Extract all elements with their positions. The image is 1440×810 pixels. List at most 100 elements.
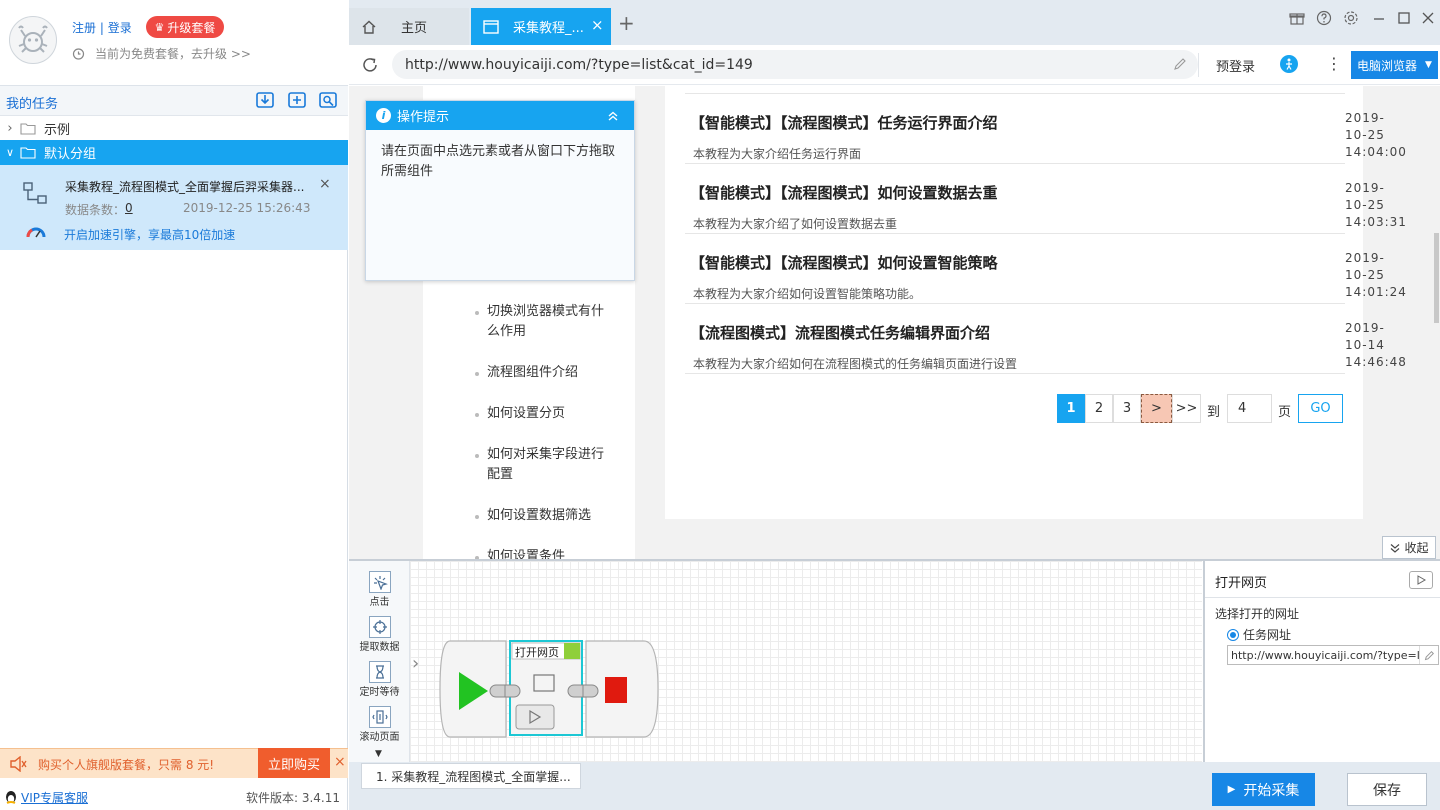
minimize-icon[interactable] bbox=[1371, 10, 1387, 26]
article-row[interactable]: 【智能模式】【流程图模式】任务运行界面介绍 本教程为大家介绍任务运行界面 201… bbox=[685, 94, 1406, 164]
nav-item[interactable]: 如何设置条件 bbox=[475, 547, 610, 559]
free-plan-text: 当前为免费套餐，去升级 >> bbox=[95, 47, 251, 61]
refresh-icon[interactable] bbox=[361, 56, 379, 74]
article-title[interactable]: 【流程图模式】流程图模式任务编辑界面介绍 bbox=[690, 322, 990, 343]
import-task-icon[interactable] bbox=[255, 90, 275, 110]
more-menu-icon[interactable]: ⋮ bbox=[1326, 55, 1342, 73]
stick-figure-icon[interactable] bbox=[1280, 55, 1298, 73]
free-plan-note[interactable]: 当前为免费套餐，去升级 >> bbox=[72, 45, 251, 62]
palette-scroll[interactable]: 滚动页面 bbox=[349, 700, 410, 745]
run-step-button[interactable] bbox=[1409, 571, 1433, 589]
start-collect-button[interactable]: ▶ 开始采集 bbox=[1212, 773, 1315, 806]
group-row-examples[interactable]: › 示例 bbox=[0, 116, 348, 141]
tips-body: 请在页面中点选元素或者从窗口下方拖取所需组件 bbox=[381, 144, 616, 179]
palette-label: 点击 bbox=[369, 597, 390, 608]
article-row[interactable]: 【流程图模式】流程图模式任务编辑界面介绍 本教程为大家介绍如何在流程图模式的任务… bbox=[685, 304, 1406, 374]
click-icon bbox=[368, 571, 391, 593]
expand-palette-icon[interactable]: › bbox=[412, 653, 419, 674]
task-item[interactable]: 采集教程_流程图模式_全面掌握后羿采集器... × 数据条数： 0 2019-1… bbox=[0, 165, 348, 250]
palette-click[interactable]: 点击 bbox=[349, 565, 410, 610]
palette-wait[interactable]: 定时等待 bbox=[349, 655, 410, 700]
task-url-input[interactable]: http://www.houyicaiji.com/?type=li bbox=[1227, 645, 1439, 665]
tab-active[interactable]: 采集教程_... × bbox=[471, 8, 611, 45]
data-count-value[interactable]: 0 bbox=[125, 201, 133, 215]
divider bbox=[1205, 597, 1440, 598]
article-title[interactable]: 【智能模式】【流程图模式】任务运行界面介绍 bbox=[690, 112, 998, 133]
auth-links: 注册 | 登录 bbox=[72, 19, 132, 36]
page-unit-label: 页 bbox=[1278, 405, 1292, 420]
vip-support-link[interactable]: VIP专属客服 bbox=[21, 789, 88, 806]
browser-mode-dropdown[interactable]: 电脑浏览器 ▼ bbox=[1351, 51, 1438, 79]
url-text: http://www.houyicaiji.com/?type=list&cat… bbox=[405, 56, 753, 73]
tips-title: 操作提示 bbox=[397, 110, 450, 125]
next-page-button[interactable]: > bbox=[1141, 394, 1172, 423]
nav-item[interactable]: 如何设置数据筛选 bbox=[475, 506, 610, 526]
close-task-icon[interactable]: × bbox=[319, 176, 331, 192]
edit-url-icon[interactable] bbox=[1172, 57, 1187, 72]
flowchart-task-icon bbox=[23, 182, 47, 204]
article-date: 2019- 10-14 14:46:48 bbox=[1345, 321, 1407, 369]
nav-item[interactable]: 如何设置分页 bbox=[475, 404, 610, 424]
article-title[interactable]: 【智能模式】【流程图模式】如何设置数据去重 bbox=[690, 182, 998, 203]
user-bar: 注册 | 登录 ♛ 升级套餐 当前为免费套餐，去升级 >> bbox=[0, 0, 348, 86]
edit-task-url-icon[interactable] bbox=[1419, 646, 1438, 664]
gift-icon[interactable] bbox=[1289, 10, 1305, 26]
register-link[interactable]: 注册 bbox=[72, 21, 96, 35]
collapse-up-icon[interactable] bbox=[606, 109, 620, 123]
scroll-icon bbox=[368, 706, 391, 728]
nav-item[interactable]: 流程图组件介绍 bbox=[475, 363, 610, 383]
help-icon[interactable] bbox=[1316, 10, 1332, 26]
search-task-icon[interactable] bbox=[318, 90, 338, 110]
nav-item-label: 如何设置数据筛选 bbox=[487, 508, 592, 523]
article-title[interactable]: 【智能模式】【流程图模式】如何设置智能策略 bbox=[690, 252, 998, 273]
article-date: 2019- 10-25 14:04:00 bbox=[1345, 111, 1407, 159]
page-button-current[interactable]: 1 bbox=[1057, 394, 1085, 423]
new-tab-icon[interactable]: + bbox=[618, 13, 635, 33]
article-row[interactable]: 【智能模式】【流程图模式】如何设置数据去重 本教程为大家介绍了如何设置数据去重 … bbox=[685, 164, 1406, 234]
crown-icon: ♛ bbox=[154, 20, 165, 34]
vip-support[interactable]: VIP专属客服 bbox=[4, 789, 88, 806]
operation-tips-panel: i 操作提示 请在页面中点选元素或者从窗口下方拖取所需组件 bbox=[365, 100, 635, 281]
gear-icon[interactable] bbox=[1343, 10, 1359, 26]
url-input[interactable]: http://www.houyicaiji.com/?type=list&cat… bbox=[392, 50, 1198, 79]
page-button[interactable]: 3 bbox=[1113, 394, 1141, 423]
task-url-value: http://www.houyicaiji.com/?type=li bbox=[1231, 648, 1423, 662]
go-button[interactable]: GO bbox=[1298, 394, 1343, 423]
palette-extract[interactable]: 提取数据 bbox=[349, 610, 410, 655]
page-number-input[interactable]: 4 bbox=[1227, 394, 1272, 423]
tab-home[interactable]: 主页 bbox=[349, 8, 469, 45]
flow-tab[interactable]: 1. 采集教程_流程图模式_全面掌握... bbox=[361, 763, 581, 789]
buy-now-button[interactable]: 立即购买 bbox=[258, 748, 330, 778]
task-name: 采集教程_流程图模式_全面掌握后羿采集器... bbox=[65, 180, 305, 194]
scrollbar-thumb[interactable] bbox=[1434, 233, 1439, 323]
login-link[interactable]: 登录 bbox=[108, 21, 132, 35]
task-url-radio[interactable]: 任务网址 bbox=[1227, 626, 1291, 643]
avatar[interactable] bbox=[9, 16, 57, 64]
new-task-icon[interactable] bbox=[287, 90, 307, 110]
nav-item[interactable]: 如何对采集字段进行配置 bbox=[475, 445, 610, 485]
pre-login-button[interactable]: 预登录 bbox=[1216, 56, 1255, 75]
flow-canvas[interactable]: › 打开网页 bbox=[410, 561, 1202, 762]
close-tab-icon[interactable]: × bbox=[591, 16, 604, 34]
boost-engine-link[interactable]: 开启加速引擎，享最高10倍加速 bbox=[64, 226, 235, 243]
radio-selected-icon bbox=[1227, 628, 1239, 641]
close-window-icon[interactable] bbox=[1420, 10, 1436, 26]
group-row-default[interactable]: ∨ 默认分组 bbox=[0, 140, 348, 165]
collapse-button[interactable]: 收起 bbox=[1382, 536, 1436, 559]
article-row[interactable]: 【智能模式】【流程图模式】如何设置智能策略 本教程为大家介绍如何设置智能策略功能… bbox=[685, 234, 1406, 304]
props-title: 打开网页 bbox=[1215, 576, 1268, 591]
nav-item[interactable]: 切换浏览器模式有什么作用 bbox=[475, 302, 610, 342]
software-version: 软件版本: 3.4.11 bbox=[245, 790, 340, 805]
tab-bar: 主页 采集教程_... × + bbox=[349, 0, 1440, 45]
data-count-label: 数据条数： bbox=[65, 203, 126, 217]
last-page-button[interactable]: >> bbox=[1172, 394, 1201, 423]
nav-item-label: 切换浏览器模式有什么作用 bbox=[487, 304, 605, 339]
palette-more-icon[interactable]: ▼ bbox=[375, 749, 382, 759]
double-chevron-down-icon bbox=[1391, 543, 1400, 553]
close-promo-icon[interactable]: × bbox=[334, 754, 346, 770]
page-button[interactable]: 2 bbox=[1085, 394, 1113, 423]
maximize-icon[interactable] bbox=[1396, 10, 1412, 26]
play-icon bbox=[1417, 575, 1426, 585]
save-button[interactable]: 保存 bbox=[1347, 773, 1427, 806]
upgrade-button[interactable]: ♛ 升级套餐 bbox=[146, 16, 224, 38]
